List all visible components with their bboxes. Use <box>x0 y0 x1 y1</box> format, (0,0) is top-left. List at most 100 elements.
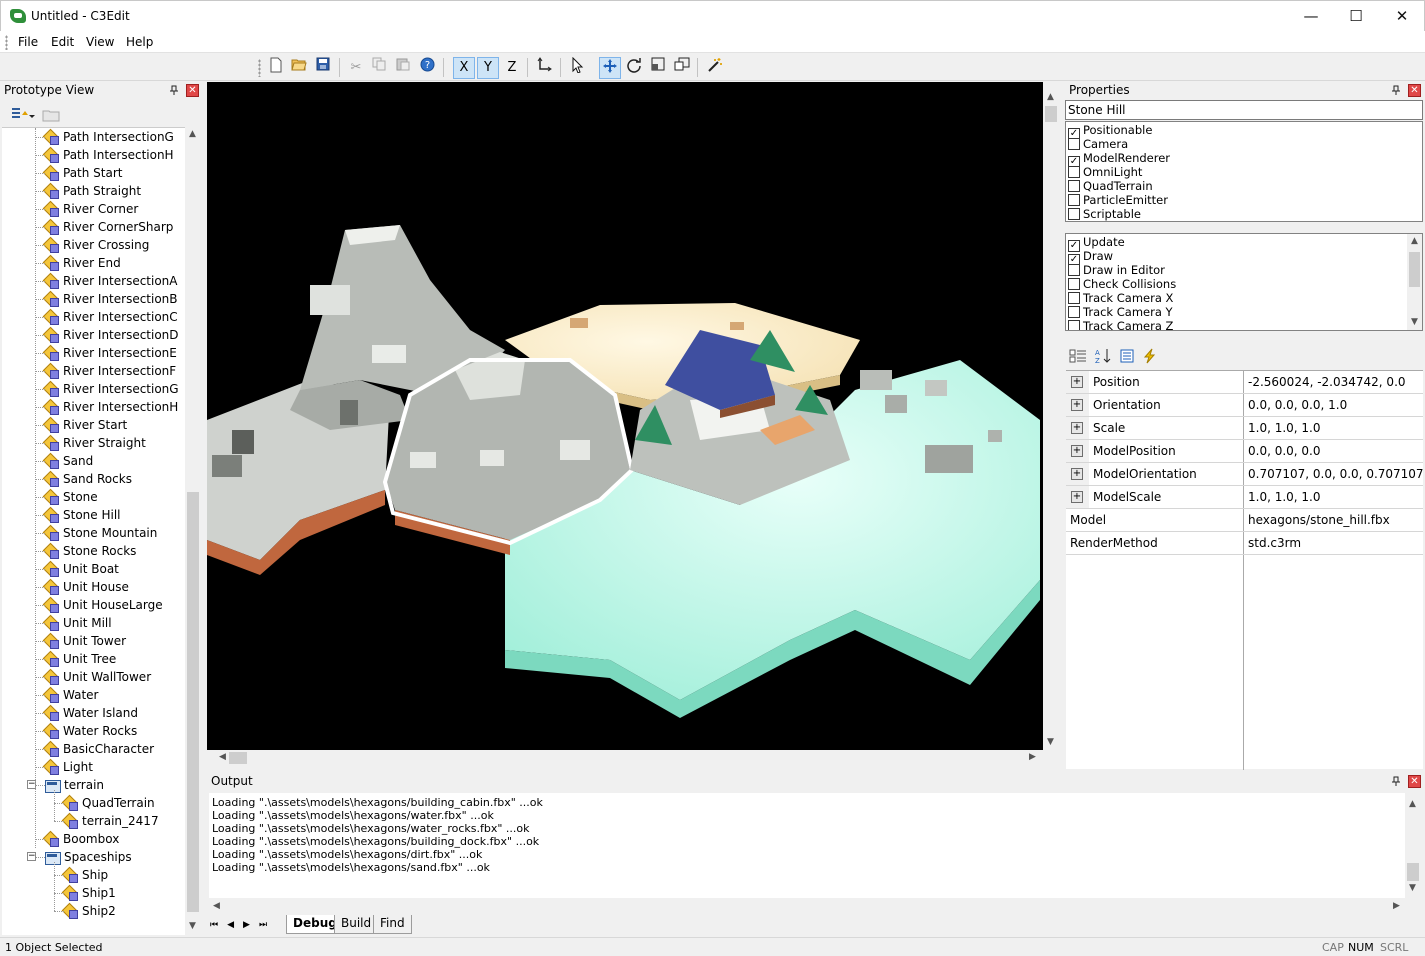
component-checkbox[interactable]: Scriptable <box>1068 207 1141 221</box>
property-value[interactable]: 0.707107, 0.0, 0.0, 0.707107 <box>1248 467 1424 481</box>
scroll-left-arrow[interactable]: ◀ <box>209 899 224 914</box>
scroll-down-arrow[interactable]: ▼ <box>185 919 200 934</box>
component-checkbox[interactable]: OmniLight <box>1068 165 1142 179</box>
scroll-right-arrow[interactable]: ▶ <box>1389 899 1404 914</box>
scroll-thumb[interactable] <box>1407 863 1419 881</box>
output-vertical-scrollbar[interactable]: ▲ ▼ <box>1405 793 1421 898</box>
axis-z-button[interactable]: Z <box>501 57 523 79</box>
flag-checkbox[interactable]: Track Camera X <box>1068 291 1173 305</box>
tree-item[interactable]: Stone Rocks <box>44 542 136 560</box>
tree-item[interactable]: River IntersectionD <box>44 326 179 344</box>
object-name-field[interactable]: Stone Hill <box>1065 100 1423 120</box>
tree-item[interactable]: River IntersectionH <box>44 398 178 416</box>
rotate-tool-button[interactable] <box>623 57 645 79</box>
checkbox[interactable] <box>1068 278 1080 290</box>
last-tab-button[interactable]: ⏭ <box>259 920 276 930</box>
new-file-button[interactable] <box>265 57 287 79</box>
component-checkbox[interactable]: ✓ Positionable <box>1068 123 1152 140</box>
tree-item[interactable]: Sand <box>44 452 93 470</box>
next-tab-button[interactable]: ▶ <box>243 920 259 930</box>
panel-close-button[interactable]: ✕ <box>1408 84 1421 97</box>
scroll-thumb[interactable] <box>1409 252 1420 287</box>
tree-item[interactable]: Unit House <box>44 578 129 596</box>
axis-y-button[interactable]: Y <box>477 57 499 79</box>
tab-build[interactable]: Build <box>334 915 379 934</box>
checkbox[interactable] <box>1068 194 1080 206</box>
tree-item[interactable]: River IntersectionF <box>44 362 176 380</box>
tree-item[interactable]: Sand Rocks <box>44 470 132 488</box>
scroll-up-arrow[interactable]: ▲ <box>1407 234 1422 249</box>
help-button[interactable]: ? <box>416 57 438 79</box>
tree-item[interactable]: River CornerSharp <box>44 218 173 236</box>
menu-view[interactable]: View <box>86 35 114 49</box>
alphabetical-button[interactable]: AZ <box>1094 348 1114 366</box>
tree-item[interactable]: Unit Boat <box>44 560 119 578</box>
expand-icon[interactable]: + <box>1071 445 1083 457</box>
pin-icon[interactable] <box>1391 85 1401 95</box>
property-row[interactable]: RenderMethod std.c3rm <box>1066 532 1423 555</box>
move-tool-button[interactable] <box>599 57 621 79</box>
tree-item[interactable]: Ship2 <box>63 902 116 920</box>
sort-dropdown-button[interactable] <box>8 106 38 124</box>
scene-viewport[interactable] <box>207 82 1043 750</box>
tree-item[interactable]: River Start <box>44 416 127 434</box>
checkbox[interactable] <box>1068 180 1080 192</box>
events-button[interactable] <box>1143 348 1163 366</box>
tree-item[interactable]: Unit HouseLarge <box>44 596 163 614</box>
scroll-up-arrow[interactable]: ▲ <box>185 127 200 142</box>
tree-item[interactable]: River Crossing <box>44 236 149 254</box>
coordinate-system-button[interactable] <box>533 57 555 79</box>
property-row[interactable]: + ModelPosition 0.0, 0.0, 0.0 <box>1066 440 1423 463</box>
tree-item[interactable]: Stone <box>44 488 98 506</box>
output-horizontal-scrollbar[interactable]: ◀ ▶ <box>209 898 1405 915</box>
expand-icon[interactable]: + <box>1071 422 1083 434</box>
tree-item[interactable]: Stone Mountain <box>44 524 157 542</box>
flag-checkbox[interactable]: Track Camera Y <box>1068 305 1173 319</box>
checkbox[interactable] <box>1068 320 1080 330</box>
first-tab-button[interactable]: ⏮ <box>210 920 227 930</box>
component-checkbox[interactable]: ✓ ModelRenderer <box>1068 151 1170 168</box>
property-row[interactable]: Model hexagons/stone_hill.fbx <box>1066 509 1423 532</box>
scroll-down-arrow[interactable]: ▼ <box>1405 881 1420 896</box>
tree-item[interactable]: River IntersectionB <box>44 290 178 308</box>
property-row[interactable]: + Scale 1.0, 1.0, 1.0 <box>1066 417 1423 440</box>
menu-file[interactable]: File <box>18 35 38 49</box>
scroll-thumb[interactable] <box>187 492 199 912</box>
select-tool-button[interactable] <box>567 56 589 79</box>
expand-icon[interactable]: + <box>1071 399 1083 411</box>
flag-checkbox[interactable]: Track Camera Z <box>1068 319 1173 330</box>
checkbox[interactable] <box>1068 264 1080 276</box>
cut-button[interactable]: ✂ <box>345 57 367 79</box>
tree-item[interactable]: Path IntersectionG <box>44 128 174 146</box>
property-value[interactable]: 1.0, 1.0, 1.0 <box>1248 421 1321 435</box>
scroll-thumb[interactable] <box>229 752 247 764</box>
component-checkbox[interactable]: ParticleEmitter <box>1068 193 1168 207</box>
checkbox[interactable] <box>1068 138 1080 150</box>
tree-item[interactable]: River Straight <box>44 434 146 452</box>
tree-item[interactable]: River Corner <box>44 200 138 218</box>
checkbox[interactable] <box>1068 292 1080 304</box>
scroll-right-arrow[interactable]: ▶ <box>1025 750 1040 765</box>
property-row[interactable]: + Position -2.560024, -2.034742, 0.0 <box>1066 371 1423 394</box>
flag-checkbox[interactable]: ✓ Draw <box>1068 249 1113 266</box>
tab-find[interactable]: Find <box>373 915 412 934</box>
property-value[interactable]: -2.560024, -2.034742, 0.0 <box>1248 375 1406 389</box>
tree-item[interactable]: Ship <box>63 866 108 884</box>
tree-item[interactable]: Unit WallTower <box>44 668 151 686</box>
property-value[interactable]: hexagons/stone_hill.fbx <box>1248 513 1390 527</box>
scroll-left-arrow[interactable]: ◀ <box>215 750 230 765</box>
pin-icon[interactable] <box>169 85 179 95</box>
tree-item[interactable]: Water Rocks <box>44 722 137 740</box>
save-button[interactable] <box>312 57 334 79</box>
tree-item[interactable]: River IntersectionC <box>44 308 178 326</box>
tree-item[interactable]: Unit Tower <box>44 632 126 650</box>
tree-item[interactable]: Light <box>44 758 93 776</box>
tree-item[interactable]: QuadTerrain <box>63 794 155 812</box>
flags-scrollbar[interactable]: ▲ ▼ <box>1407 234 1422 330</box>
tree-item[interactable]: terrain_2417 <box>63 812 159 830</box>
menu-edit[interactable]: Edit <box>51 35 74 49</box>
property-value[interactable]: std.c3rm <box>1248 536 1301 550</box>
property-pages-button[interactable] <box>1119 348 1139 366</box>
axis-x-button[interactable]: X <box>453 57 475 79</box>
tree-item[interactable]: BasicCharacter <box>44 740 154 758</box>
